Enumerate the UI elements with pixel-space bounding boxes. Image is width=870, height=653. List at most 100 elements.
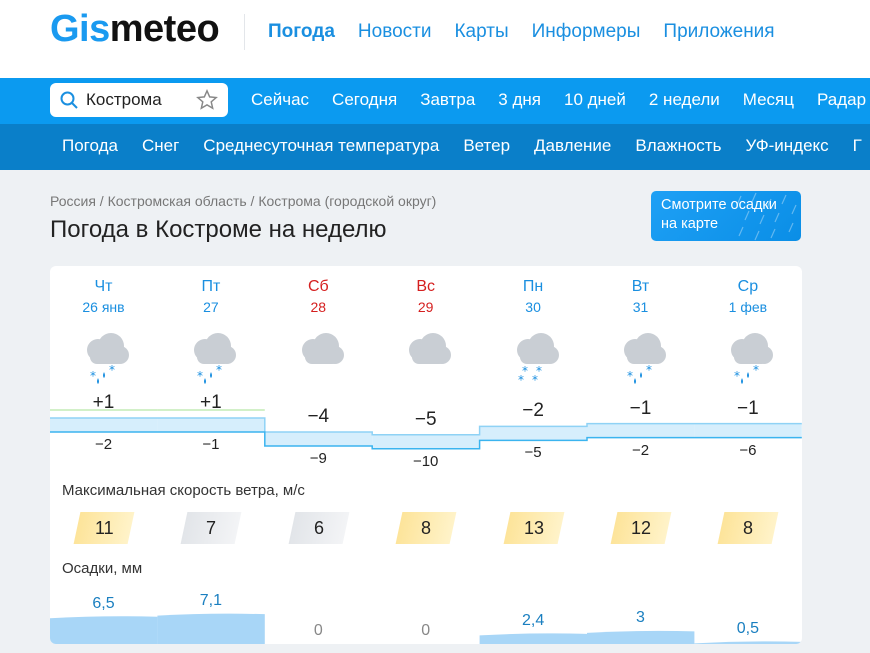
- nav-weather[interactable]: Погода: [268, 21, 335, 43]
- period-10-days[interactable]: 10 дней: [564, 90, 626, 110]
- cloud-icon: [293, 328, 347, 388]
- cloud-snow-rain-icon: * *: [185, 328, 239, 388]
- svg-text:*: *: [627, 369, 633, 383]
- day-date: 28: [310, 299, 327, 315]
- top-header: Gismeteo Погода Новости Карты Информеры …: [0, 0, 870, 78]
- precip-map-button[interactable]: Смотрите осадки на карте: [651, 191, 801, 241]
- precip-bar: [694, 641, 802, 644]
- gismeteo-logo[interactable]: Gismeteo: [50, 8, 220, 51]
- precip-bar: [157, 613, 265, 644]
- cloud-icon: [400, 328, 454, 388]
- page-title: Погода в Костроме на неделю: [50, 216, 387, 243]
- wind-speed-value: 13: [523, 518, 544, 538]
- precip-value: 0: [313, 622, 323, 639]
- nav-maps[interactable]: Карты: [454, 21, 508, 43]
- day-date: 31: [632, 299, 649, 315]
- day-date: 29: [417, 299, 434, 315]
- breadcrumb-region[interactable]: Костромская область: [108, 193, 247, 209]
- temp-band: [587, 423, 695, 438]
- day-date: 26 янв: [82, 299, 125, 315]
- temp-min: −9: [309, 450, 327, 467]
- breadcrumb-district[interactable]: Кострома (городской округ): [258, 193, 436, 209]
- search-icon: [60, 91, 78, 109]
- param-bar: Погода Снег Среднесуточная температура В…: [0, 124, 870, 170]
- temp-min: −1: [202, 436, 220, 453]
- day-name: Пт: [201, 278, 221, 295]
- period-bar: Кострома Сейчас Сегодня Завтра 3 дня 10 …: [0, 78, 870, 124]
- period-today[interactable]: Сегодня: [332, 90, 397, 110]
- period-radar[interactable]: Радар: [817, 90, 866, 110]
- cloud-snow-icon: * * * *: [508, 328, 562, 388]
- temp-min: −5: [524, 444, 542, 462]
- param-snow[interactable]: Снег: [142, 136, 179, 156]
- temp-max: −4: [307, 406, 330, 427]
- svg-text:*: *: [753, 363, 759, 377]
- svg-text:*: *: [646, 363, 652, 377]
- breadcrumb: Россия / Костромская область / Кострома …: [50, 193, 437, 209]
- param-more[interactable]: Г: [853, 136, 862, 156]
- period-month[interactable]: Месяц: [743, 90, 794, 110]
- day-name: Пн: [522, 278, 544, 295]
- period-2-weeks[interactable]: 2 недели: [649, 90, 720, 110]
- period-3-days[interactable]: 3 дня: [498, 90, 541, 110]
- param-pressure[interactable]: Давление: [534, 136, 611, 156]
- wind-speed-value: 8: [421, 518, 432, 538]
- wind-speed-value: 6: [313, 518, 324, 538]
- wind-section-label: Максимальная скорость ветра, м/с: [62, 482, 305, 499]
- temp-min: −10: [412, 452, 439, 470]
- city-search-input[interactable]: Кострома: [50, 83, 228, 117]
- day-name: Вт: [631, 278, 650, 295]
- svg-text:*: *: [734, 369, 740, 383]
- nav-news[interactable]: Новости: [358, 21, 432, 43]
- search-city-value: Кострома: [86, 90, 162, 109]
- wind-speed-badge: 7: [180, 512, 242, 544]
- temp-band: [50, 418, 158, 432]
- wind-speed-badge: 8: [395, 512, 457, 544]
- main-nav: Погода Новости Карты Информеры Приложени…: [268, 21, 775, 43]
- temp-min: −2: [631, 441, 650, 459]
- day-name: Сб: [307, 278, 329, 295]
- wind-speed-value: 11: [94, 518, 114, 538]
- temp-max: −1: [629, 397, 652, 419]
- param-humidity[interactable]: Влажность: [635, 136, 721, 156]
- wind-speed-badge: 8: [717, 512, 779, 544]
- cloud-snow-rain-icon: * *: [78, 328, 132, 388]
- wind-speed-badge: 11: [73, 512, 135, 544]
- svg-text:*: *: [216, 363, 222, 377]
- temp-band: [372, 434, 480, 449]
- day-date: 27: [203, 299, 219, 315]
- day-date: 1 фев: [728, 299, 768, 315]
- param-wind[interactable]: Ветер: [463, 136, 510, 156]
- wind-speed-value: 7: [206, 518, 217, 538]
- param-avg-temp[interactable]: Среднесуточная температура: [203, 136, 439, 156]
- temp-band: [264, 432, 373, 446]
- precip-bar: [479, 633, 587, 644]
- weekly-forecast-card: Чт 26 янв * * Пт 27 * * Сб 28 Вс 29 Пн 30 * * * * Вт 31 * * Ср…: [50, 266, 802, 644]
- precip-bar: [587, 630, 695, 644]
- period-tomorrow[interactable]: Завтра: [420, 90, 475, 110]
- temp-max: −5: [414, 408, 437, 430]
- param-nav: Погода Снег Среднесуточная температура В…: [62, 136, 862, 156]
- day-name: Ср: [737, 278, 759, 295]
- nav-apps[interactable]: Приложения: [663, 21, 774, 43]
- day-name: Вс: [416, 278, 436, 295]
- svg-text:*: *: [532, 373, 538, 387]
- period-now[interactable]: Сейчас: [251, 90, 309, 110]
- precip-value: 2,4: [521, 611, 545, 629]
- wind-speed-value: 8: [743, 518, 754, 538]
- day-date: 30: [525, 299, 541, 315]
- param-uv-index[interactable]: УФ-индекс: [745, 136, 828, 156]
- cloud-snow-rain-icon: * *: [615, 328, 669, 388]
- star-icon[interactable]: [196, 89, 218, 111]
- breadcrumb-country[interactable]: Россия: [50, 193, 96, 209]
- temp-max: +1: [92, 392, 115, 413]
- precip-value: 3: [636, 609, 645, 627]
- param-weather[interactable]: Погода: [62, 136, 118, 156]
- precip-section-label: Осадки, мм: [62, 560, 143, 577]
- nav-informers[interactable]: Информеры: [532, 21, 641, 43]
- svg-text:*: *: [197, 369, 203, 383]
- svg-text:*: *: [90, 369, 96, 383]
- precip-value: 6,5: [92, 594, 115, 612]
- wind-speed-badge: 6: [288, 512, 350, 544]
- header-divider: [244, 14, 245, 50]
